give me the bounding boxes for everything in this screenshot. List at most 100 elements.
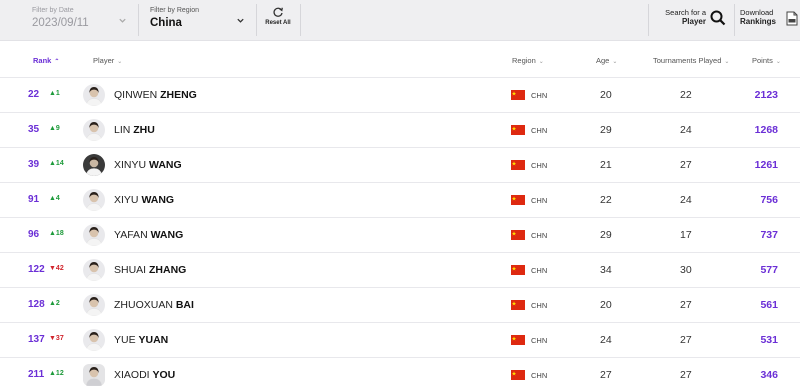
rank-value: 96 — [28, 229, 40, 240]
player-last-name: ZHENG — [160, 89, 197, 101]
points-value: 1261 — [754, 159, 778, 171]
age-value: 29 — [600, 124, 612, 136]
search-player-label: Search for a Player — [665, 8, 706, 26]
china-flag-icon — [511, 265, 525, 275]
player-first-name: YAFAN — [114, 229, 148, 241]
player-name-link[interactable]: LIN ZHU — [114, 124, 155, 136]
tournaments-played-value: 30 — [680, 264, 692, 276]
country-code: CHN — [531, 196, 548, 205]
tournaments-played-value: 27 — [680, 159, 692, 171]
age-value: 20 — [600, 89, 612, 101]
rankings-table-body: 22 ▲1 QINWEN ZHENG CHN 20 22 2123 35 ▲9 — [0, 77, 800, 392]
player-last-name: WANG — [150, 229, 184, 241]
player-photo-icon — [85, 297, 103, 316]
date-filter-dropdown[interactable]: Filter by Date 2023/09/11 — [32, 6, 128, 36]
table-row[interactable]: 22 ▲1 QINWEN ZHENG CHN 20 22 2123 — [0, 77, 800, 112]
filter-bar: Filter by Date 2023/09/11 Filter by Regi… — [0, 0, 800, 41]
china-flag-icon — [511, 160, 525, 170]
player-photo-icon — [85, 332, 103, 351]
country-code: CHN — [531, 161, 548, 170]
country-code: CHN — [531, 301, 548, 310]
points-value: 1268 — [754, 124, 778, 136]
player-first-name: LIN — [114, 124, 131, 136]
player-avatar[interactable] — [83, 329, 105, 351]
player-first-name: XIAODI — [114, 369, 150, 381]
player-name-link[interactable]: QINWEN ZHENG — [114, 89, 197, 101]
table-row[interactable]: 122 ▼42 SHUAI ZHANG CHN 34 30 577 — [0, 252, 800, 287]
rank-value: 128 — [28, 299, 45, 310]
rank-movement: ▲14 — [49, 160, 64, 167]
table-row[interactable]: 96 ▲18 YAFAN WANG CHN 29 17 737 — [0, 217, 800, 252]
reset-all-label: Reset All — [265, 20, 291, 26]
table-row[interactable]: 35 ▲9 LIN ZHU CHN 29 24 1268 — [0, 112, 800, 147]
rank-movement: ▲2 — [49, 300, 60, 307]
region-filter-label: Filter by Region — [150, 7, 200, 14]
rank-movement: ▼42 — [49, 265, 64, 272]
player-name-link[interactable]: ZHUOXUAN BAI — [114, 299, 194, 311]
player-name-link[interactable]: SHUAI ZHANG — [114, 264, 186, 276]
player-last-name: YOU — [152, 369, 176, 381]
table-row[interactable]: 91 ▲4 XIYU WANG CHN 22 24 756 — [0, 182, 800, 217]
search-line1: Search for a — [665, 8, 706, 17]
player-avatar[interactable] — [83, 294, 105, 316]
player-last-name: ZHU — [133, 124, 155, 136]
player-photo-icon — [85, 122, 103, 141]
table-row[interactable]: 128 ▲2 ZHUOXUAN BAI CHN 20 27 561 — [0, 287, 800, 322]
tournaments-played-value: 22 — [680, 89, 692, 101]
refresh-icon — [273, 7, 283, 17]
player-avatar[interactable] — [83, 189, 105, 211]
age-value: 21 — [600, 159, 612, 171]
rank-value: 137 — [28, 334, 45, 345]
divider — [138, 4, 139, 36]
search-line2: Player — [681, 17, 706, 26]
points-value: 737 — [760, 229, 778, 241]
rank-movement: ▲9 — [49, 125, 60, 132]
column-header-region[interactable]: Region ⌄ — [512, 56, 544, 65]
rank-value: 91 — [28, 194, 40, 205]
pdf-file-icon — [786, 11, 798, 26]
player-name-link[interactable]: YUE YUAN — [114, 334, 168, 346]
tournaments-played-value: 24 — [680, 194, 692, 206]
column-header-age[interactable]: Age ⌄ — [596, 56, 617, 65]
player-first-name: YUE — [114, 334, 136, 346]
player-avatar[interactable] — [83, 224, 105, 246]
player-avatar[interactable] — [83, 154, 105, 176]
date-filter-label: Filter by Date — [32, 7, 74, 14]
column-header-player[interactable]: Player ⌄ — [93, 56, 122, 65]
table-row[interactable]: 211 ▲12 XIAODI YOU CHN 27 27 346 — [0, 357, 800, 392]
points-value: 756 — [760, 194, 778, 206]
player-name-link[interactable]: XINYU WANG — [114, 159, 182, 171]
age-value: 34 — [600, 264, 612, 276]
search-icon — [710, 10, 726, 26]
table-row[interactable]: 137 ▼37 YUE YUAN CHN 24 27 531 — [0, 322, 800, 357]
region-filter-dropdown[interactable]: Filter by Region China — [150, 6, 250, 36]
player-last-name: BAI — [175, 299, 194, 311]
player-avatar[interactable] — [83, 119, 105, 141]
table-row[interactable]: 39 ▲14 XINYU WANG CHN 21 27 1261 — [0, 147, 800, 182]
age-value: 20 — [600, 299, 612, 311]
chevron-down-icon — [237, 18, 244, 23]
reset-all-button[interactable]: Reset All — [264, 6, 292, 26]
player-avatar[interactable] — [83, 84, 105, 106]
rank-value: 211 — [28, 369, 45, 380]
points-value: 2123 — [754, 89, 778, 101]
player-name-link[interactable]: YAFAN WANG — [114, 229, 183, 241]
age-value: 22 — [600, 194, 612, 206]
age-value: 27 — [600, 369, 612, 381]
player-last-name: ZHANG — [149, 264, 187, 276]
player-name-link[interactable]: XIYU WANG — [114, 194, 174, 206]
china-flag-icon — [511, 300, 525, 310]
points-value: 531 — [760, 334, 778, 346]
column-header-rank[interactable]: Rank ⌃ — [33, 56, 59, 65]
country-code: CHN — [531, 231, 548, 240]
country-code: CHN — [531, 266, 548, 275]
column-header-tournaments-played[interactable]: Tournaments Played ⌄ — [653, 56, 729, 65]
rank-movement: ▲1 — [49, 90, 60, 97]
player-name-link[interactable]: XIAODI YOU — [114, 369, 175, 381]
player-photo-icon — [85, 157, 103, 176]
column-header-region-label: Region — [512, 56, 536, 65]
player-avatar[interactable] — [83, 259, 105, 281]
country-code: CHN — [531, 126, 548, 135]
column-header-points[interactable]: Points ⌄ — [752, 56, 781, 65]
download-rankings-label: Download Rankings — [740, 8, 776, 26]
